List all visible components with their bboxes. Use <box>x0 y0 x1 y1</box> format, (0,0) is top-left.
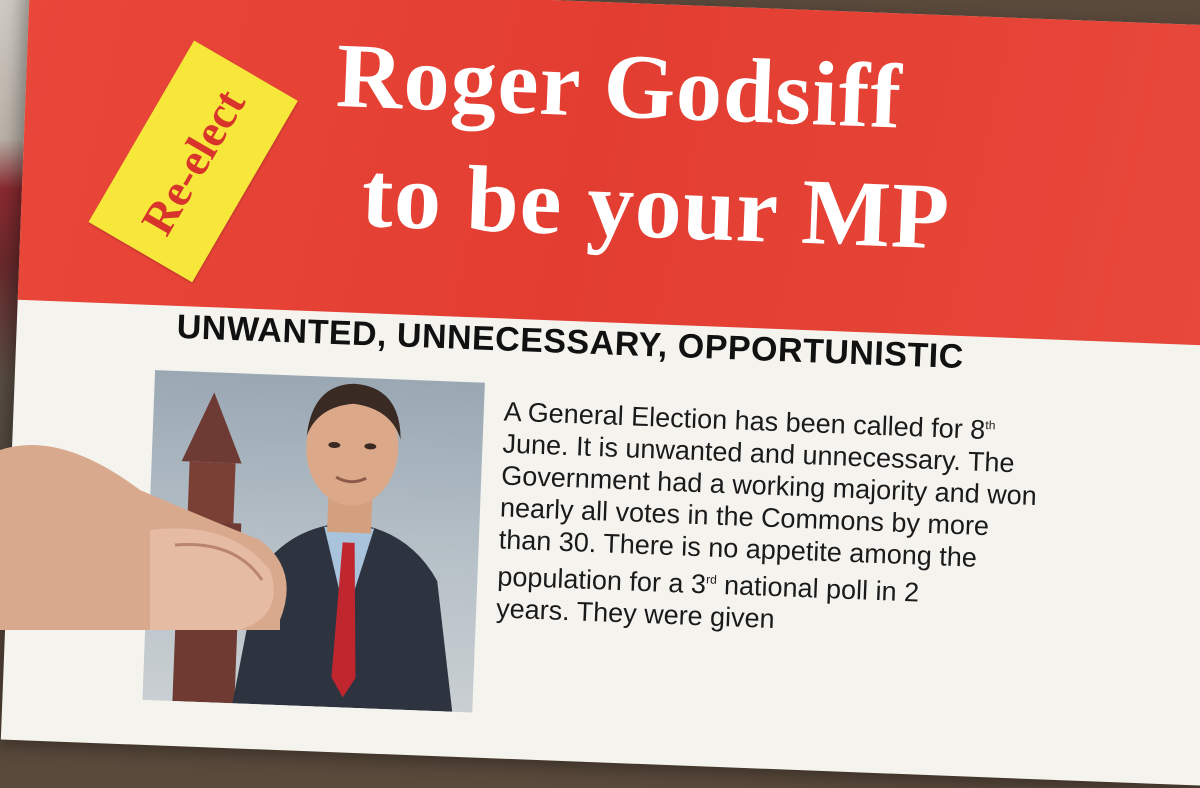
candidate-name: Roger Godsiff <box>334 23 904 148</box>
slogan: to be your MP <box>359 142 952 270</box>
leaflet-header: Re-elect Roger Godsiff to be your MP <box>17 0 1200 349</box>
badge-text: Re-elect <box>131 80 256 243</box>
hand-thumb <box>0 445 287 630</box>
election-leaflet: Re-elect Roger Godsiff to be your MP UNW… <box>0 0 1200 788</box>
re-elect-badge: Re-elect <box>88 40 298 283</box>
body-text: A General Election has been called for 8… <box>496 391 1194 651</box>
